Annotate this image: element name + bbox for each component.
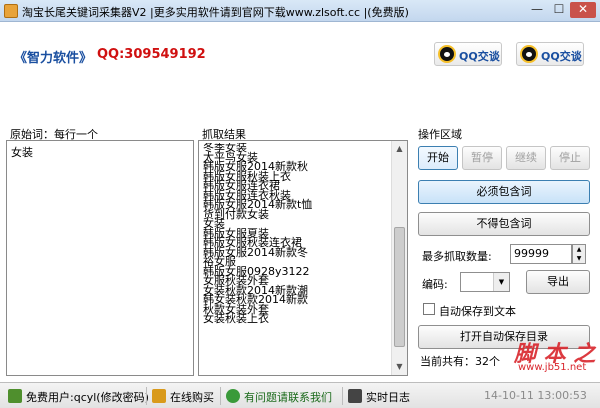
encoding-select[interactable]: ▼: [460, 272, 510, 292]
brand-link[interactable]: 《智力软件》: [14, 47, 92, 66]
qq-chat-button-1[interactable]: QQ交谈: [434, 42, 502, 66]
pause-button[interactable]: 暂停: [462, 146, 502, 170]
source-words-textarea[interactable]: 女装: [6, 140, 194, 376]
resume-button[interactable]: 继续: [506, 146, 546, 170]
datetime-text: 14-10-11 13:00:53: [484, 389, 587, 402]
qq-chat-button-2[interactable]: QQ交谈: [516, 42, 584, 66]
chevron-down-icon: ▼: [493, 273, 509, 291]
contact-us-link[interactable]: 有问题请联系我们: [244, 389, 332, 405]
results-textarea[interactable]: 冬季女装 太平鸟女装 韩版女服2014新款秋 韩版女服秋装上衣 韩版女服连衣裙 韩版女服连…: [198, 140, 408, 376]
qq-chat-label: QQ交谈: [541, 50, 582, 63]
results-scrollbar[interactable]: ▲ ▼: [391, 141, 407, 375]
max-count-stepper[interactable]: ▲ ▼: [572, 244, 586, 264]
window-title: 淘宝长尾关键词采集器V2 |更多实用软件请到官网下载www.zlsoft.cc …: [22, 6, 409, 19]
status-divider: [342, 387, 343, 405]
title-bar: 淘宝长尾关键词采集器V2 |更多实用软件请到官网下载www.zlsoft.cc …: [0, 0, 600, 22]
qq-penguin-icon: [520, 45, 538, 63]
encoding-label: 编码:: [422, 278, 448, 291]
minimize-button[interactable]: —: [526, 2, 548, 18]
current-total-text: 当前共有：32个: [420, 355, 500, 368]
auto-save-checkbox[interactable]: [423, 303, 435, 315]
max-count-input[interactable]: 99999: [510, 244, 572, 264]
start-button[interactable]: 开始: [418, 146, 458, 170]
realtime-log-link[interactable]: 实时日志: [366, 389, 410, 405]
must-include-button[interactable]: 必须包含词: [418, 180, 590, 204]
status-bar: 免费用户:qcyl(修改密码) 在线购买 有问题请联系我们 实时日志 14-10…: [0, 382, 600, 408]
cart-icon: [152, 389, 166, 403]
qq-chat-label: QQ交谈: [459, 50, 500, 63]
stop-button[interactable]: 停止: [550, 146, 590, 170]
qq-number: QQ:309549192: [97, 47, 206, 62]
user-status-link[interactable]: 免费用户:qcyl(修改密码): [26, 389, 149, 405]
status-divider: [220, 387, 221, 405]
app-icon: [4, 4, 18, 18]
scrollbar-thumb[interactable]: [394, 227, 405, 347]
close-button[interactable]: ✕: [570, 2, 596, 18]
qq-penguin-icon: [438, 45, 456, 63]
log-icon: [348, 389, 362, 403]
scroll-down-arrow-icon[interactable]: ▼: [392, 359, 407, 375]
export-button[interactable]: 导出: [526, 270, 590, 294]
scroll-up-arrow-icon[interactable]: ▲: [392, 141, 407, 157]
results-list: 冬季女装 太平鸟女装 韩版女服2014新款秋 韩版女服秋装上衣 韩版女服连衣裙 韩版女服连…: [201, 143, 391, 373]
help-icon: [226, 389, 240, 403]
header: 《智力软件》 QQ:309549192 QQ交谈 QQ交谈: [0, 22, 600, 120]
max-count-label: 最多抓取数量:: [422, 250, 492, 263]
status-divider: [146, 387, 147, 405]
maximize-button[interactable]: ☐: [548, 2, 570, 18]
auto-save-label: 自动保存到文本: [439, 305, 516, 318]
result-row: 女装秋装上衣: [203, 312, 269, 325]
must-exclude-button[interactable]: 不得包含词: [418, 212, 590, 236]
buy-online-link[interactable]: 在线购买: [170, 389, 214, 405]
user-icon: [8, 389, 22, 403]
watermark-url: www.jb51.net: [518, 362, 587, 373]
